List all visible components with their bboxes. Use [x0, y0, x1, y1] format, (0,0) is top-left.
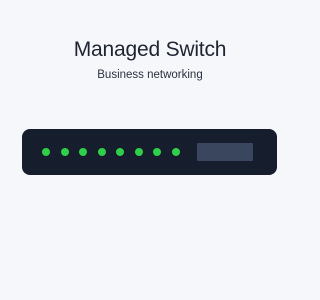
page-subtitle: Business networking: [97, 69, 203, 81]
port-led-4: [97, 148, 106, 156]
port-led-8: [171, 148, 180, 156]
page-title: Managed Switch: [73, 38, 227, 61]
port-led-1: [42, 148, 50, 156]
port-led-2: [60, 148, 69, 156]
network-switch-illustration: [22, 129, 277, 175]
status-display-panel: [197, 143, 253, 161]
port-led-3: [79, 148, 87, 156]
port-led-7: [153, 148, 161, 156]
port-led-row: [42, 148, 180, 156]
port-led-5: [116, 148, 124, 156]
port-led-6: [134, 148, 143, 156]
